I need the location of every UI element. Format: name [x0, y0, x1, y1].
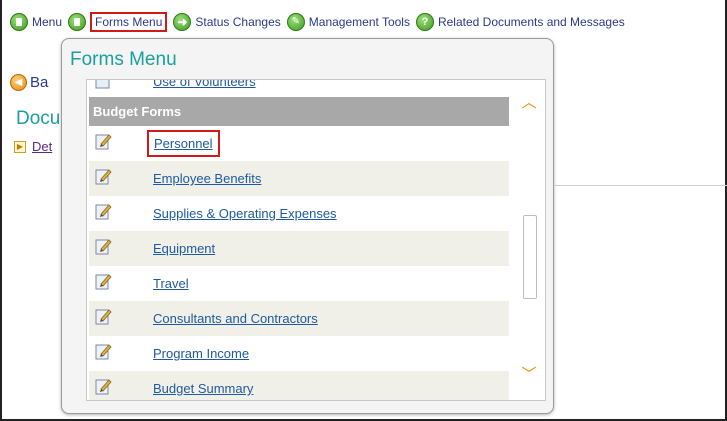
- list-item[interactable]: Consultants and Contractors: [89, 301, 509, 336]
- nav-status-changes[interactable]: ➜ Status Changes: [173, 13, 281, 31]
- scroll-thumb[interactable]: [523, 215, 537, 299]
- form-link-consultants[interactable]: Consultants and Contractors: [153, 311, 318, 326]
- form-link-employee-benefits[interactable]: Employee Benefits: [153, 171, 261, 186]
- nav-related-docs[interactable]: ? Related Documents and Messages: [415, 13, 625, 31]
- page-title: Docu: [16, 108, 61, 129]
- edit-form-icon: [95, 168, 112, 185]
- nav-forms-menu[interactable]: Forms Menu: [68, 12, 168, 32]
- list-item[interactable]: Travel: [89, 266, 509, 301]
- form-link-personnel[interactable]: Personnel: [147, 130, 220, 157]
- list-item[interactable]: Program Income: [89, 336, 509, 371]
- nav-status-changes-label: Status Changes: [195, 15, 281, 29]
- list-item[interactable]: Supplies & Operating Expenses: [89, 196, 509, 231]
- detail-link[interactable]: Det: [32, 139, 52, 154]
- form-link[interactable]: Use of Volunteers: [153, 80, 256, 89]
- nav-menu-label: Menu: [32, 15, 63, 29]
- edit-form-icon: [95, 308, 112, 325]
- edit-form-icon: [95, 238, 112, 255]
- nav-management-tools-label: Management Tools: [308, 15, 410, 29]
- list-item[interactable]: Equipment: [89, 231, 509, 266]
- chevron-up-icon[interactable]: ︿: [521, 95, 537, 110]
- divider: [555, 185, 727, 186]
- list-item[interactable]: Employee Benefits: [89, 161, 509, 196]
- nav-menu[interactable]: Menu: [10, 13, 62, 31]
- popup-title: Forms Menu: [70, 49, 177, 70]
- edit-form-icon: [95, 80, 112, 89]
- detail-row: ▶ Det: [14, 139, 52, 154]
- menu-icon: [10, 13, 28, 31]
- section-header-budget-forms: Budget Forms: [89, 97, 509, 126]
- form-link-travel[interactable]: Travel: [153, 276, 189, 291]
- chevron-down-icon[interactable]: ﹀: [521, 367, 537, 382]
- expand-icon[interactable]: ▶: [14, 140, 26, 153]
- list-item[interactable]: Use of Volunteers: [87, 80, 507, 97]
- back-link[interactable]: Ba: [30, 74, 48, 91]
- nav-management-tools[interactable]: ✎ Management Tools: [286, 13, 410, 31]
- edit-form-icon: [95, 133, 112, 150]
- nav-related-docs-label: Related Documents and Messages: [437, 15, 625, 29]
- forms-list-panel: Use of Volunteers Budget Forms Personnel…: [86, 79, 546, 401]
- form-link-budget-summary[interactable]: Budget Summary: [153, 381, 253, 396]
- edit-form-icon: [95, 203, 112, 220]
- edit-form-icon: [95, 273, 112, 290]
- tools-icon: ✎: [286, 13, 305, 31]
- scrollbar[interactable]: ︿ ﹀: [515, 80, 545, 400]
- arrow-right-icon: ➜: [173, 13, 192, 31]
- nav-forms-menu-label: Forms Menu: [90, 12, 168, 32]
- form-link-equipment[interactable]: Equipment: [153, 241, 215, 256]
- form-link-supplies[interactable]: Supplies & Operating Expenses: [153, 206, 337, 221]
- forms-menu-popup: Forms Menu Use of Volunteers Budget Form…: [61, 38, 554, 414]
- related-docs-icon: ?: [415, 13, 434, 31]
- list-item[interactable]: Budget Summary: [89, 371, 509, 400]
- top-navigation: Menu Forms Menu ➜ Status Changes ✎ Manag…: [10, 12, 631, 32]
- back-arrow-icon[interactable]: ◀: [10, 74, 27, 91]
- forms-list: Use of Volunteers Budget Forms Personnel…: [87, 80, 513, 400]
- list-item[interactable]: Personnel: [89, 126, 509, 161]
- forms-menu-icon: [68, 13, 87, 31]
- form-link-program-income[interactable]: Program Income: [153, 346, 249, 361]
- edit-form-icon: [95, 343, 112, 360]
- edit-form-icon: [95, 378, 112, 395]
